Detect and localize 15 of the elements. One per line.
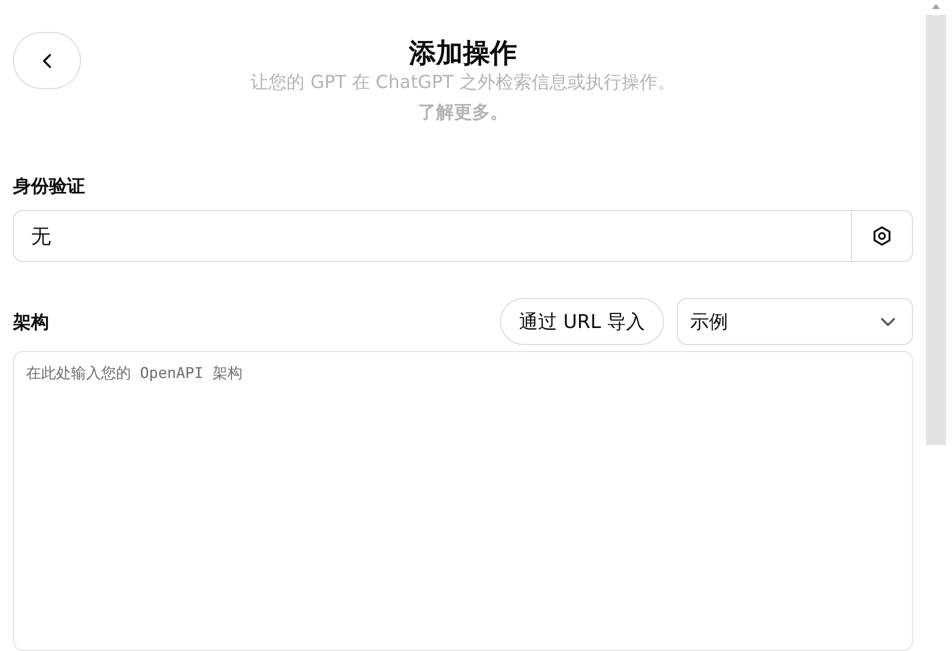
authentication-value: 无 [30,222,52,250]
chevron-down-icon [880,316,896,327]
import-url-button[interactable]: 通过 URL 导入 [500,298,664,346]
scrollbar-thumb[interactable] [926,15,946,445]
schema-input[interactable]: 在此处输入您的 OpenAPI 架构 [13,351,913,651]
settings-icon [871,225,893,248]
authentication-field[interactable]: 无 [13,210,913,262]
dropdown-value: 示例 [690,310,728,335]
back-icon [42,52,52,68]
page-subtitle: 让您的 GPT 在 ChatGPT 之外检索信息或执行操作。 [250,71,676,95]
scroll-up-icon[interactable] [932,4,940,9]
page-title: 添加操作 [409,37,517,71]
authentication-label: 身份验证 [13,175,86,199]
examples-dropdown[interactable]: 示例 [677,298,913,346]
schema-label: 架构 [13,310,50,334]
